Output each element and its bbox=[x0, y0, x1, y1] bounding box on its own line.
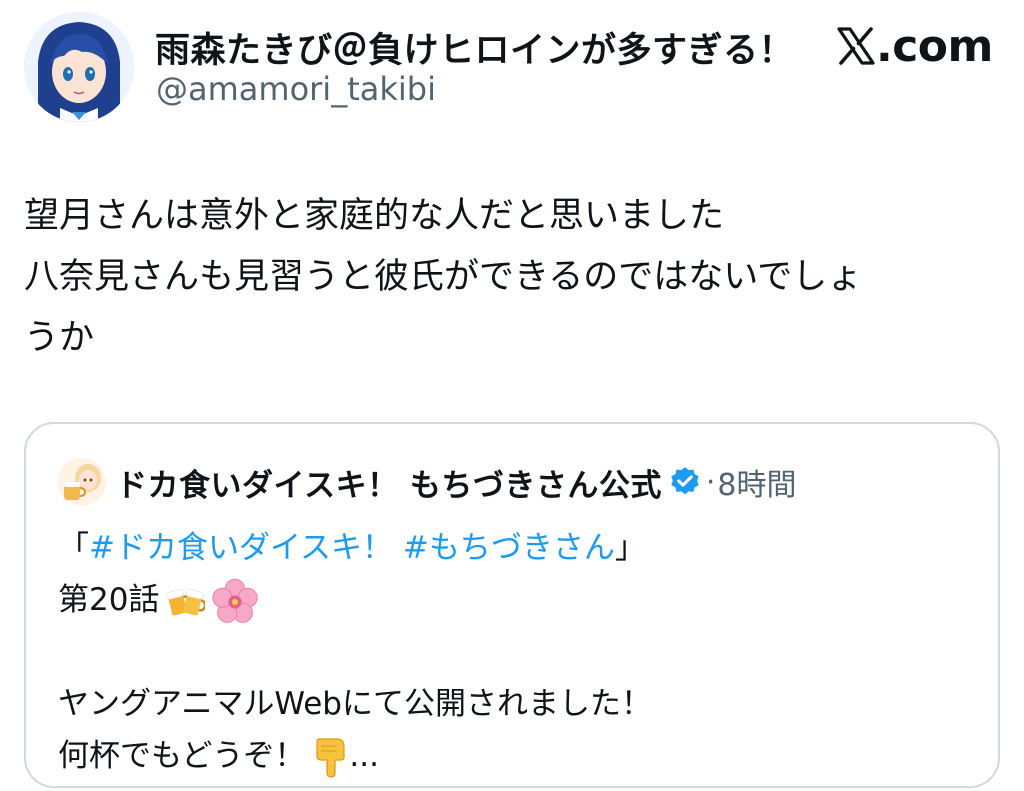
anime-girl-avatar-icon bbox=[24, 12, 134, 122]
quote-line: 第20話 bbox=[58, 574, 978, 626]
quote-line-text: 何杯でもどうぞ！ bbox=[58, 738, 306, 774]
quote-text: 「#ドカ食いダイスキ！ #もちづきさん」 第20話 ヤングアニマルWebにて公開… bbox=[58, 522, 978, 782]
close-bracket: 」 bbox=[614, 530, 646, 566]
open-bracket: 「 bbox=[58, 530, 89, 566]
episode-text: 第20話 bbox=[58, 582, 160, 618]
tweet-line: 望月さんは意外と家庭的な人だと思いました bbox=[24, 196, 725, 236]
quote-line: 「#ドカ食いダイスキ！ #もちづきさん」 bbox=[58, 522, 978, 574]
author-avatar[interactable] bbox=[24, 12, 134, 122]
tweet-line: うか bbox=[24, 318, 95, 358]
x-logo-icon bbox=[837, 27, 875, 65]
quoted-tweet-card[interactable]: ドカ食いダイスキ！ もちづきさん公式 · 8時間 「#ドカ食いダイスキ！ #もち… bbox=[24, 422, 1000, 788]
quote-header: ドカ食いダイスキ！ もちづきさん公式 · 8時間 bbox=[116, 460, 797, 504]
quote-author-avatar[interactable] bbox=[58, 458, 106, 506]
tweet-text: 望月さんは意外と家庭的な人だと思いました 八奈見さんも見習うと彼氏ができるのでは… bbox=[24, 186, 1004, 369]
hashtag-link[interactable]: #もちづきさん bbox=[403, 530, 615, 566]
meta-separator: · bbox=[705, 464, 716, 500]
quote-timestamp[interactable]: 8時間 bbox=[717, 460, 796, 504]
cherry-blossom-emoji bbox=[211, 578, 259, 626]
quote-author-name[interactable]: ドカ食いダイスキ！ もちづきさん公式 bbox=[116, 460, 662, 505]
mochizuki-avatar-icon bbox=[58, 458, 106, 506]
ellipsis: ... bbox=[349, 738, 379, 774]
brand-text: .com bbox=[876, 20, 993, 72]
pointing-down-emoji bbox=[311, 737, 349, 779]
author-display-name[interactable]: 雨森たきび＠負けヒロインが多すぎる！ bbox=[155, 22, 794, 73]
quote-blank-line bbox=[58, 626, 978, 678]
verified-badge-icon bbox=[671, 467, 699, 495]
tweet-line: 八奈見さんも見習うと彼氏ができるのではないでしょ bbox=[24, 257, 863, 297]
quote-line: ヤングアニマルWebにて公開されました！ bbox=[58, 686, 652, 722]
author-handle[interactable]: @amamori_takibi bbox=[156, 70, 436, 108]
quote-line: 何杯でもどうぞ！ ... bbox=[58, 730, 978, 782]
x-brand: .com bbox=[836, 18, 993, 74]
beer-mugs-emoji bbox=[165, 582, 206, 622]
hashtag-link[interactable]: #ドカ食いダイスキ！ bbox=[89, 530, 393, 566]
